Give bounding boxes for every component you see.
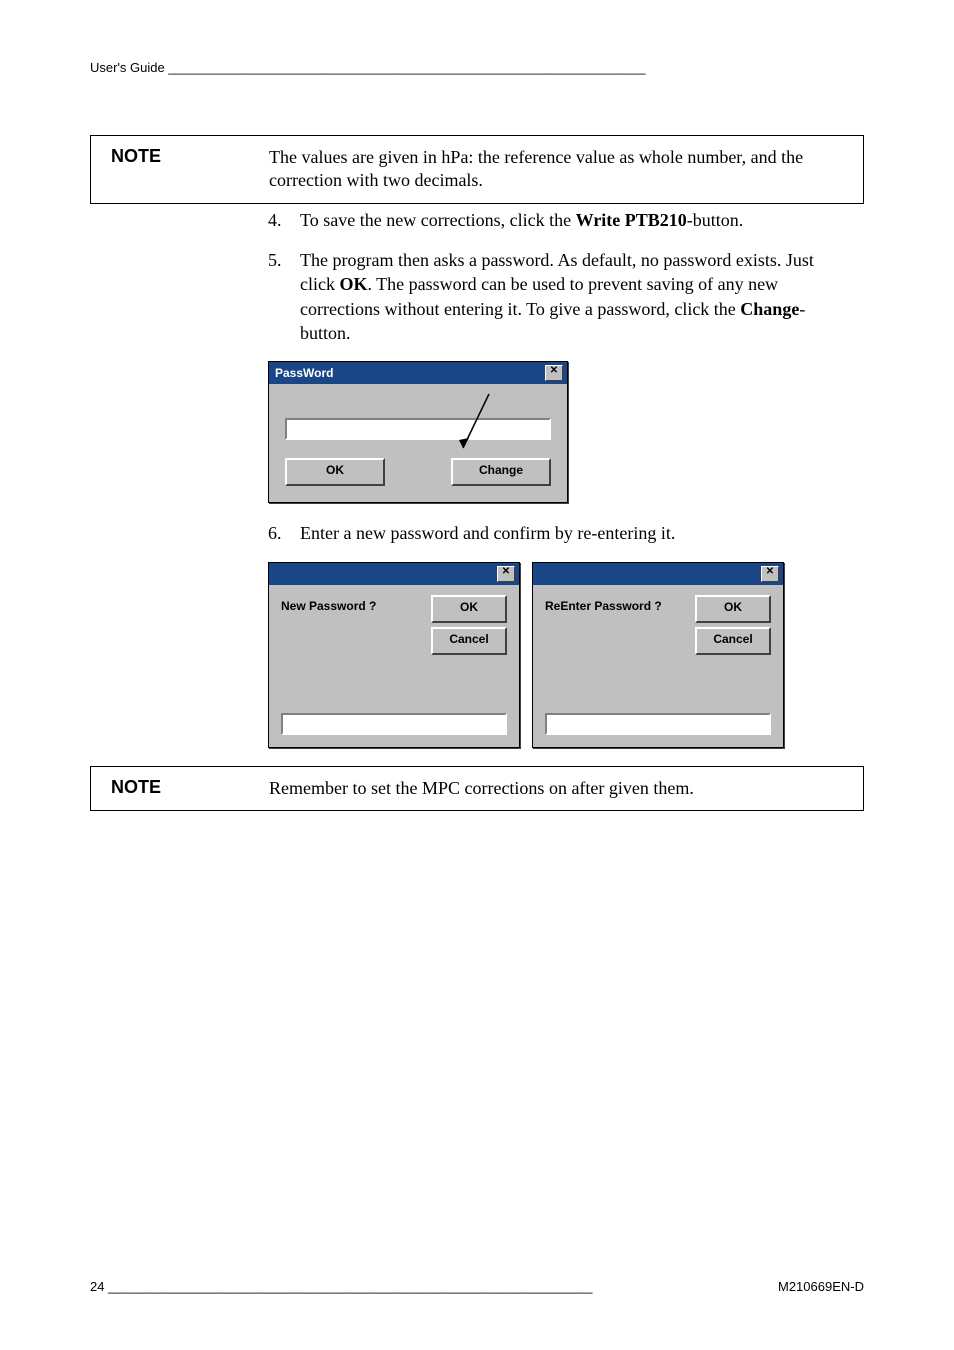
cancel-button[interactable]: Cancel — [431, 627, 507, 655]
reenter-password-input[interactable] — [545, 713, 771, 735]
step-number: 5. — [268, 248, 290, 345]
password-dialog: PassWord ✕ OK Change — [268, 361, 568, 503]
doc-id: M210669EN-D — [778, 1279, 864, 1294]
reenter-password-label: ReEnter Password ? — [545, 595, 662, 613]
note-label: NOTE — [105, 777, 221, 800]
new-password-dialog: ✕ New Password ? OK Cancel — [268, 562, 520, 748]
new-password-label: New Password ? — [281, 595, 376, 613]
change-button[interactable]: Change — [451, 458, 551, 486]
page-number: 24 — [90, 1279, 104, 1294]
dialog-title: PassWord — [275, 366, 333, 380]
cancel-button[interactable]: Cancel — [695, 627, 771, 655]
password-input[interactable] — [285, 418, 551, 440]
step-text: The program then asks a password. As def… — [300, 248, 844, 345]
page-footer: 24 _____________________________________… — [90, 1279, 864, 1294]
step-text: To save the new corrections, click the W… — [300, 208, 743, 232]
header-text: User's Guide — [90, 60, 165, 75]
new-password-input[interactable] — [281, 713, 507, 735]
header-rule: ________________________________________… — [168, 60, 645, 75]
close-icon[interactable]: ✕ — [761, 566, 779, 582]
step-6: 6. Enter a new password and confirm by r… — [268, 521, 844, 545]
ok-button[interactable]: OK — [695, 595, 771, 623]
note-text: The values are given in hPa: the referen… — [269, 146, 849, 193]
ok-button[interactable]: OK — [285, 458, 385, 486]
close-icon[interactable]: ✕ — [497, 566, 515, 582]
note-box-2: NOTE Remember to set the MPC corrections… — [90, 766, 864, 811]
dialog-titlebar: ✕ — [269, 563, 519, 585]
dialog-titlebar: ✕ — [533, 563, 783, 585]
step-text: Enter a new password and confirm by re-e… — [300, 521, 675, 545]
note-box-1: NOTE The values are given in hPa: the re… — [90, 135, 864, 204]
dialog-titlebar: PassWord ✕ — [269, 362, 567, 384]
step-number: 4. — [268, 208, 290, 232]
step-5: 5. The program then asks a password. As … — [268, 248, 844, 345]
close-icon[interactable]: ✕ — [545, 365, 563, 381]
step-4: 4. To save the new corrections, click th… — [268, 208, 844, 232]
ok-button[interactable]: OK — [431, 595, 507, 623]
reenter-password-dialog: ✕ ReEnter Password ? OK Cancel — [532, 562, 784, 748]
note-label: NOTE — [105, 146, 221, 193]
page-header: User's Guide ___________________________… — [90, 60, 864, 75]
footer-rule: ________________________________________… — [108, 1279, 592, 1294]
step-number: 6. — [268, 521, 290, 545]
note-text: Remember to set the MPC corrections on a… — [269, 777, 694, 800]
